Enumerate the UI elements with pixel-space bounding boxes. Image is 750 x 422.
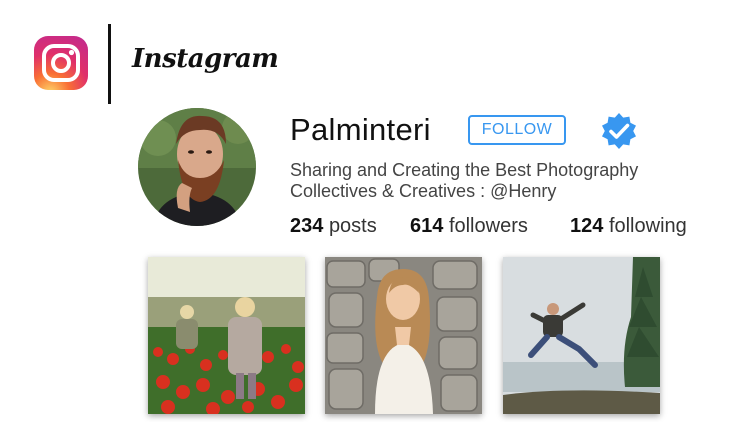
post-thumbnail-tulips[interactable] — [148, 257, 305, 414]
avatar[interactable] — [138, 108, 256, 226]
header-divider — [108, 24, 111, 104]
instagram-logo-icon — [34, 36, 88, 90]
follow-button[interactable]: FOLLOW — [468, 115, 566, 145]
post-thumbnail-portrait[interactable] — [325, 257, 482, 414]
stat-label: posts — [328, 215, 377, 237]
instagram-wordmark: Instagram — [132, 44, 279, 74]
stat-followers[interactable]: 614 followers — [410, 215, 528, 238]
post-thumbnail-jump[interactable] — [503, 257, 660, 414]
stat-count: 124 — [570, 215, 604, 237]
stat-label: followers — [448, 215, 528, 237]
bio-line: Collectives & Creatives : @Henry — [290, 181, 557, 201]
stat-label: following — [608, 215, 687, 237]
bio-line: Sharing and Creating the Best Photograph… — [290, 160, 639, 180]
stat-following[interactable]: 124 following — [570, 215, 687, 238]
stat-count: 234 — [290, 215, 324, 237]
stat-count: 614 — [410, 215, 444, 237]
stat-posts[interactable]: 234 posts — [290, 215, 377, 238]
profile-username: Palminteri — [290, 112, 431, 147]
profile-bio: Sharing and Creating the Best Photograph… — [290, 160, 710, 202]
verified-badge-icon — [600, 112, 638, 150]
